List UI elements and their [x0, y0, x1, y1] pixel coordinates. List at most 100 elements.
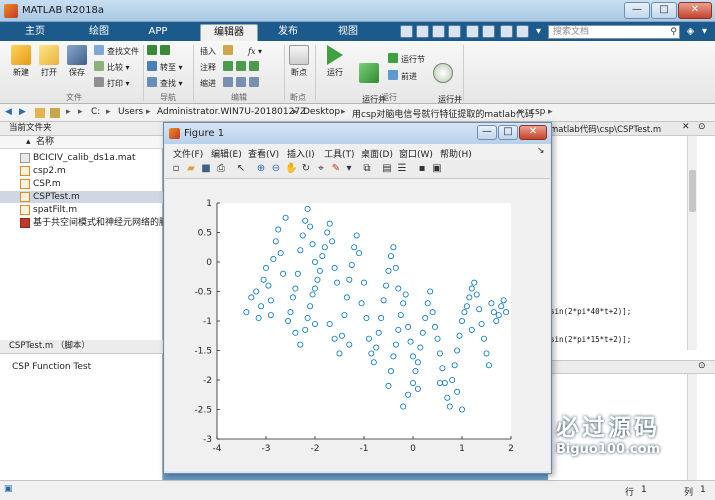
- file-row[interactable]: CSPTest.m: [0, 191, 163, 203]
- link-plot-icon[interactable]: ⧉: [361, 163, 373, 175]
- code-line[interactable]: sin(2*pi*15*t+2)];: [550, 335, 631, 344]
- pan-icon[interactable]: ✋: [285, 163, 297, 175]
- insert-button[interactable]: 插入: [200, 45, 236, 58]
- command-scrollbar[interactable]: [687, 374, 697, 480]
- figure-close-button[interactable]: ✕: [519, 125, 547, 140]
- help-icon[interactable]: [516, 25, 529, 38]
- path-segment[interactable]: C:: [91, 107, 100, 117]
- command-window-menu-icon[interactable]: ⊙: [698, 361, 706, 371]
- tab-publish[interactable]: 发布: [262, 24, 314, 41]
- file-row[interactable]: csp2.m: [0, 165, 163, 177]
- goto-button[interactable]: 转至 ▾: [147, 61, 183, 74]
- up-folder-icon[interactable]: [35, 108, 45, 118]
- edit-plot-icon[interactable]: ↖: [235, 163, 247, 175]
- editor-file-path[interactable]: matlab代码\csp\CSPTest.m: [550, 123, 661, 135]
- breakpoints-button[interactable]: 断点: [287, 45, 311, 78]
- code-line[interactable]: sin(2*pi*40*t+2)];: [550, 307, 631, 316]
- menu-edit[interactable]: 编辑(E): [211, 147, 242, 160]
- print-button[interactable]: 打印 ▾: [94, 77, 130, 90]
- path-segment[interactable]: Administrator.WIN7U-20180127Z: [157, 107, 306, 117]
- open-file-icon[interactable]: ▰: [185, 163, 197, 175]
- rotate-3d-icon[interactable]: ↻: [300, 163, 312, 175]
- back-icon[interactable]: ◀: [5, 107, 12, 117]
- compare-button[interactable]: 比较 ▾: [94, 61, 130, 74]
- switch-windows-icon[interactable]: [500, 25, 513, 38]
- search-icon[interactable]: ⚲: [670, 26, 677, 38]
- mat-file-icon: [20, 153, 30, 163]
- menu-desktop[interactable]: 桌面(D): [361, 147, 393, 160]
- tab-plots[interactable]: 绘图: [74, 24, 124, 41]
- save-icon[interactable]: [400, 25, 413, 38]
- menu-help[interactable]: 帮助(H): [440, 147, 472, 160]
- nav-arrows[interactable]: [147, 45, 173, 58]
- zoom-out-icon[interactable]: ⊖: [270, 163, 282, 175]
- advance-button[interactable]: 前进: [388, 70, 417, 83]
- notifications-icon[interactable]: ◈: [684, 25, 697, 38]
- copy-icon[interactable]: [432, 25, 445, 38]
- ribbon-collapse-icon[interactable]: ▾: [698, 25, 711, 38]
- scatter-plot[interactable]: -4 -3 -2 -1 0 1 210.50-0.5-1-1.5-2-2.5-3: [165, 179, 550, 471]
- search-documentation-input[interactable]: 搜索文档 ⚲: [548, 25, 680, 39]
- data-cursor-icon[interactable]: ⌖: [315, 163, 327, 175]
- new-figure-icon[interactable]: ▫: [170, 163, 182, 175]
- indent-button[interactable]: 缩进: [200, 77, 262, 90]
- tab-apps[interactable]: APP: [136, 24, 180, 41]
- maximize-button[interactable]: □: [651, 2, 677, 19]
- comment-button[interactable]: 注释: [200, 61, 262, 74]
- editor-scrollbar[interactable]: [687, 136, 697, 350]
- menu-window[interactable]: 窗口(W): [399, 147, 433, 160]
- save-figure-icon[interactable]: ■: [200, 163, 212, 175]
- close-editor-icon[interactable]: ✕: [682, 122, 690, 132]
- browse-folder-icon[interactable]: [50, 108, 60, 118]
- menu-insert[interactable]: 插入(I): [287, 147, 315, 160]
- find-files-button[interactable]: 查找文件: [94, 45, 139, 58]
- zoom-in-icon[interactable]: ⊕: [255, 163, 267, 175]
- menu-tools[interactable]: 工具(T): [324, 147, 355, 160]
- forward-icon[interactable]: ▶: [19, 107, 26, 117]
- save-button[interactable]: 保存: [64, 45, 90, 78]
- redo-icon[interactable]: [482, 25, 495, 38]
- path-segment[interactable]: 用csp对脑电信号就行特征提取的matlab代码: [352, 107, 534, 120]
- menu-view[interactable]: 查看(V): [248, 147, 279, 160]
- matlab-logo-icon: [4, 4, 18, 18]
- file-row[interactable]: 基于共空间模式和神经元网络的脑_: [0, 217, 163, 229]
- brush-dropdown-icon[interactable]: ▾: [343, 163, 355, 175]
- insert-legend-icon[interactable]: ☰: [396, 163, 408, 175]
- open-button[interactable]: 打开: [36, 45, 62, 78]
- path-segment[interactable]: csp: [530, 107, 545, 117]
- brush-icon[interactable]: ✎: [330, 163, 342, 175]
- name-column-header[interactable]: 名称 ▴: [0, 136, 163, 149]
- editor-menu-icon[interactable]: ⊙: [698, 122, 706, 132]
- quick-access-dropdown-icon[interactable]: ▾: [532, 25, 545, 38]
- minimize-button[interactable]: —: [624, 2, 650, 19]
- figure-canvas[interactable]: -4 -3 -2 -1 0 1 2 1 0.5 0 -0.5 -1 -1.5 -2 -2.5 -3: [165, 179, 550, 471]
- path-segment[interactable]: Users: [118, 107, 143, 117]
- x-tick-label: -3: [262, 444, 271, 454]
- dock-arrow-icon[interactable]: ↘: [537, 146, 545, 156]
- file-row[interactable]: BCICIV_calib_ds1a.mat: [0, 152, 163, 164]
- path-segment[interactable]: Desktop: [303, 107, 340, 117]
- tab-view[interactable]: 视图: [322, 24, 374, 41]
- tab-editor[interactable]: 编辑器: [200, 24, 258, 41]
- editor-scrollbar-thumb[interactable]: [689, 170, 696, 212]
- menu-file[interactable]: 文件(F): [173, 147, 203, 160]
- run-button[interactable]: 运行: [320, 45, 350, 78]
- cut-icon[interactable]: [416, 25, 429, 38]
- file-row[interactable]: spatFilt.m: [0, 204, 163, 216]
- fx-button[interactable]: fx ▾: [248, 45, 262, 58]
- print-figure-icon[interactable]: ⎙: [215, 163, 227, 175]
- figure-window[interactable]: Figure 1 — □ ✕ 文件(F) 编辑(E) 查看(V) 插入(I) 工…: [163, 122, 552, 474]
- close-button[interactable]: ✕: [678, 2, 712, 19]
- show-plot-tools-icon[interactable]: ▣: [431, 163, 443, 175]
- insert-colorbar-icon[interactable]: ▤: [381, 163, 393, 175]
- figure-maximize-button[interactable]: □: [498, 125, 518, 140]
- run-section-button[interactable]: 运行节: [388, 53, 425, 66]
- undo-icon[interactable]: [466, 25, 479, 38]
- file-row[interactable]: CSP.m: [0, 178, 163, 190]
- new-button[interactable]: 新建: [8, 45, 34, 78]
- find-button[interactable]: 查找 ▾: [147, 77, 183, 90]
- hide-plot-tools-icon[interactable]: ▪: [416, 163, 428, 175]
- paste-icon[interactable]: [448, 25, 461, 38]
- tab-home[interactable]: 主页: [10, 24, 60, 41]
- figure-minimize-button[interactable]: —: [477, 125, 497, 140]
